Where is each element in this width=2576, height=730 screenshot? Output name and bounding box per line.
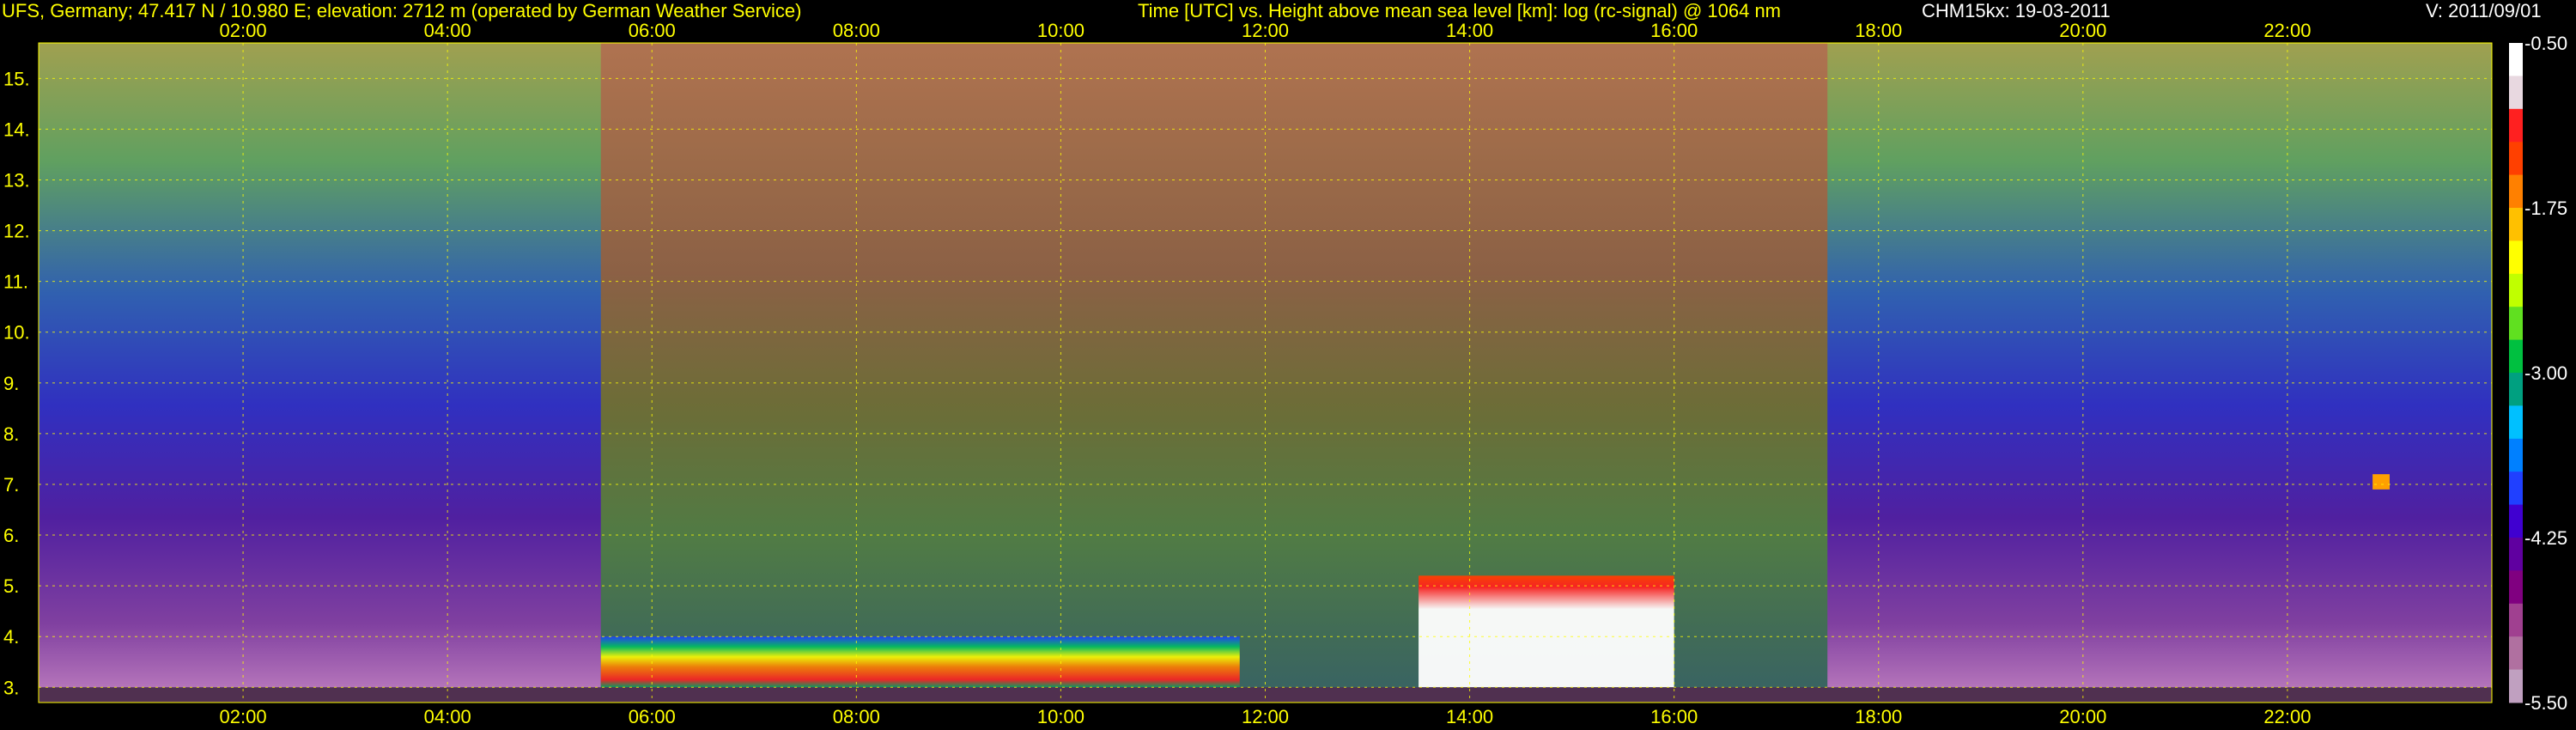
colorbar-segment <box>2509 471 2523 506</box>
x-tick-label-bottom: 10:00 <box>1037 706 1084 727</box>
x-tick-label-top: 14:00 <box>1446 20 1493 41</box>
y-tick-label: 15. <box>3 68 30 89</box>
colorbar-segment <box>2509 142 2523 176</box>
y-tick-label: 10. <box>3 322 30 344</box>
x-tick-label-bottom: 14:00 <box>1446 706 1493 727</box>
x-tick-label-bottom: 22:00 <box>2263 706 2311 727</box>
colorbar-tick-label: -5.50 <box>2524 692 2567 714</box>
y-tick-label: 4. <box>3 626 19 648</box>
y-tick-label: 8. <box>3 423 19 445</box>
x-tick-label-bottom: 18:00 <box>1855 706 1902 727</box>
x-tick-label-bottom: 20:00 <box>2059 706 2106 727</box>
colorbar-segment <box>2509 339 2523 374</box>
y-tick-label: 6. <box>3 525 19 546</box>
colorbar-segment <box>2509 43 2523 76</box>
x-tick-label-bottom: 02:00 <box>220 706 267 727</box>
y-tick-label: 7. <box>3 474 19 496</box>
colorbar-segment <box>2509 636 2523 671</box>
x-tick-label-bottom: 04:00 <box>424 706 471 727</box>
colorbar-segment <box>2509 504 2523 538</box>
y-tick-label: 9. <box>3 373 19 394</box>
x-tick-label-top: 08:00 <box>833 20 880 41</box>
x-axis-top: 02:00 04:00 06:00 08:00 10:00 12:00 14:00 16:00… <box>220 20 2312 41</box>
colorbar: -0.50 -1.75 -3.00 -4.25 -5.50 <box>2509 33 2567 714</box>
x-tick-label-top: 18:00 <box>1855 20 1902 41</box>
colorbar-segment <box>2509 438 2523 472</box>
colorbar-tick-label: -0.50 <box>2524 33 2567 54</box>
colorbar-segment <box>2509 570 2523 605</box>
y-tick-label: 11. <box>3 271 28 293</box>
x-tick-label-top: 02:00 <box>220 20 267 41</box>
x-tick-label-bottom: 08:00 <box>833 706 880 727</box>
x-tick-label-top: 04:00 <box>424 20 471 41</box>
elevated-layer <box>2372 474 2390 490</box>
aerosol-layer <box>600 636 1240 688</box>
colorbar-segment <box>2509 603 2523 637</box>
y-tick-label: 13. <box>3 170 30 192</box>
colorbar-segment <box>2509 538 2523 571</box>
cloud-layer <box>1419 575 1674 688</box>
y-tick-label: 12. <box>3 221 30 242</box>
colorbar-tick-label: -3.00 <box>2524 362 2567 384</box>
colorbar-segment <box>2509 108 2523 143</box>
x-axis-bottom: 02:00 04:00 06:00 08:00 10:00 12:00 14:00 16:00… <box>220 706 2312 727</box>
colorbar-segment <box>2509 76 2523 110</box>
colorbar-tick-label: -4.25 <box>2524 527 2567 549</box>
colorbar-segment <box>2509 307 2523 341</box>
x-tick-label-top: 10:00 <box>1037 20 1084 41</box>
colorbar-tick-label: -1.75 <box>2524 198 2567 219</box>
x-tick-label-top: 22:00 <box>2263 20 2311 41</box>
x-tick-label-bottom: 16:00 <box>1650 706 1698 727</box>
lidar-heatmap-chart: 3. 4. 5. 6. 7. 8. 9. 10. 11. 12. 13. 14. 15. 02:00 04… <box>3 20 2567 727</box>
x-tick-label-top: 20:00 <box>2059 20 2106 41</box>
colorbar-segment <box>2509 240 2523 275</box>
x-tick-label-bottom: 06:00 <box>629 706 676 727</box>
x-tick-label-bottom: 12:00 <box>1242 706 1289 727</box>
colorbar-segment <box>2509 273 2523 307</box>
colorbar-segment <box>2509 373 2523 406</box>
colorbar-segment <box>2509 208 2523 241</box>
colorbar-segment <box>2509 669 2523 703</box>
x-tick-label-top: 06:00 <box>629 20 676 41</box>
colorbar-segment <box>2509 174 2523 209</box>
x-tick-label-top: 12:00 <box>1242 20 1289 41</box>
y-tick-label: 5. <box>3 575 19 597</box>
colorbar-segment <box>2509 405 2523 440</box>
y-axis: 3. 4. 5. 6. 7. 8. 9. 10. 11. 12. 13. 14. 15. <box>3 68 30 698</box>
y-tick-label: 14. <box>3 119 30 140</box>
x-tick-label-top: 16:00 <box>1650 20 1698 41</box>
y-tick-label: 3. <box>3 677 19 698</box>
